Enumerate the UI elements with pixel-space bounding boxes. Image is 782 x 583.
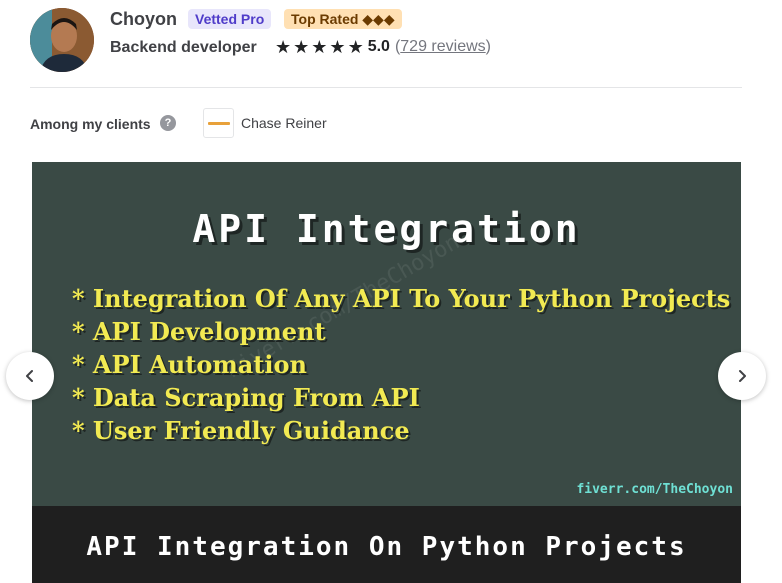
vetted-pro-badge[interactable]: Vetted Pro: [188, 9, 272, 29]
star-icon: ★: [293, 37, 310, 57]
top-rated-badge[interactable]: Top Rated ◆◆◆: [284, 9, 402, 29]
seller-name[interactable]: Choyon: [110, 9, 177, 30]
rating-score: 5.0: [367, 38, 390, 55]
client-name: Chase Reiner: [241, 115, 327, 131]
feature-item: API Development: [72, 315, 730, 348]
feature-item: Data Scraping From API: [72, 381, 730, 414]
chevron-right-icon: [739, 370, 746, 382]
star-icon: ★: [329, 37, 346, 57]
slide-bottom-text: API Integration On Python Projects: [86, 532, 687, 562]
help-icon[interactable]: ?: [160, 115, 176, 131]
seller-header: Choyon Vetted Pro Top Rated ◆◆◆ Backend …: [30, 8, 742, 72]
gallery-next-button[interactable]: [718, 352, 766, 400]
seller-tagline: Backend developer: [110, 39, 257, 56]
rating-summary: ★ ★ ★ ★ ★ 5.0 (729 reviews): [275, 38, 491, 56]
gallery-prev-button[interactable]: [6, 352, 54, 400]
feature-item: API Automation: [72, 348, 730, 381]
feature-list: Integration Of Any API To Your Python Pr…: [72, 282, 730, 447]
clients-label: Among my clients: [30, 116, 151, 132]
section-divider: [30, 87, 742, 88]
reviews-link[interactable]: 729 reviews: [400, 38, 485, 55]
slide-link-text: fiverr.com/TheChoyon: [576, 482, 733, 497]
clients-section: Among my clients ? Chase Reiner: [30, 108, 742, 138]
feature-item: User Friendly Guidance: [72, 414, 730, 447]
gallery-slide: API Integration Fiverr.com/TheChoyon Int…: [32, 162, 741, 506]
feature-item: Integration Of Any API To Your Python Pr…: [72, 282, 730, 315]
slide-bottom-bar: API Integration On Python Projects: [32, 506, 741, 583]
seller-avatar[interactable]: [30, 8, 94, 72]
slide-title: API Integration: [192, 207, 581, 251]
star-icon: ★: [275, 37, 292, 57]
star-rating: ★ ★ ★ ★ ★: [275, 38, 366, 56]
star-icon: ★: [347, 37, 364, 57]
reviews-close-paren: ): [485, 38, 491, 55]
chevron-left-icon: [26, 370, 33, 382]
client-logo-mark: [208, 122, 230, 125]
client-logo: [203, 108, 234, 138]
star-icon: ★: [311, 37, 328, 57]
gig-gallery[interactable]: API Integration Fiverr.com/TheChoyon Int…: [32, 162, 741, 583]
reviews-count: (729 reviews): [395, 38, 491, 56]
